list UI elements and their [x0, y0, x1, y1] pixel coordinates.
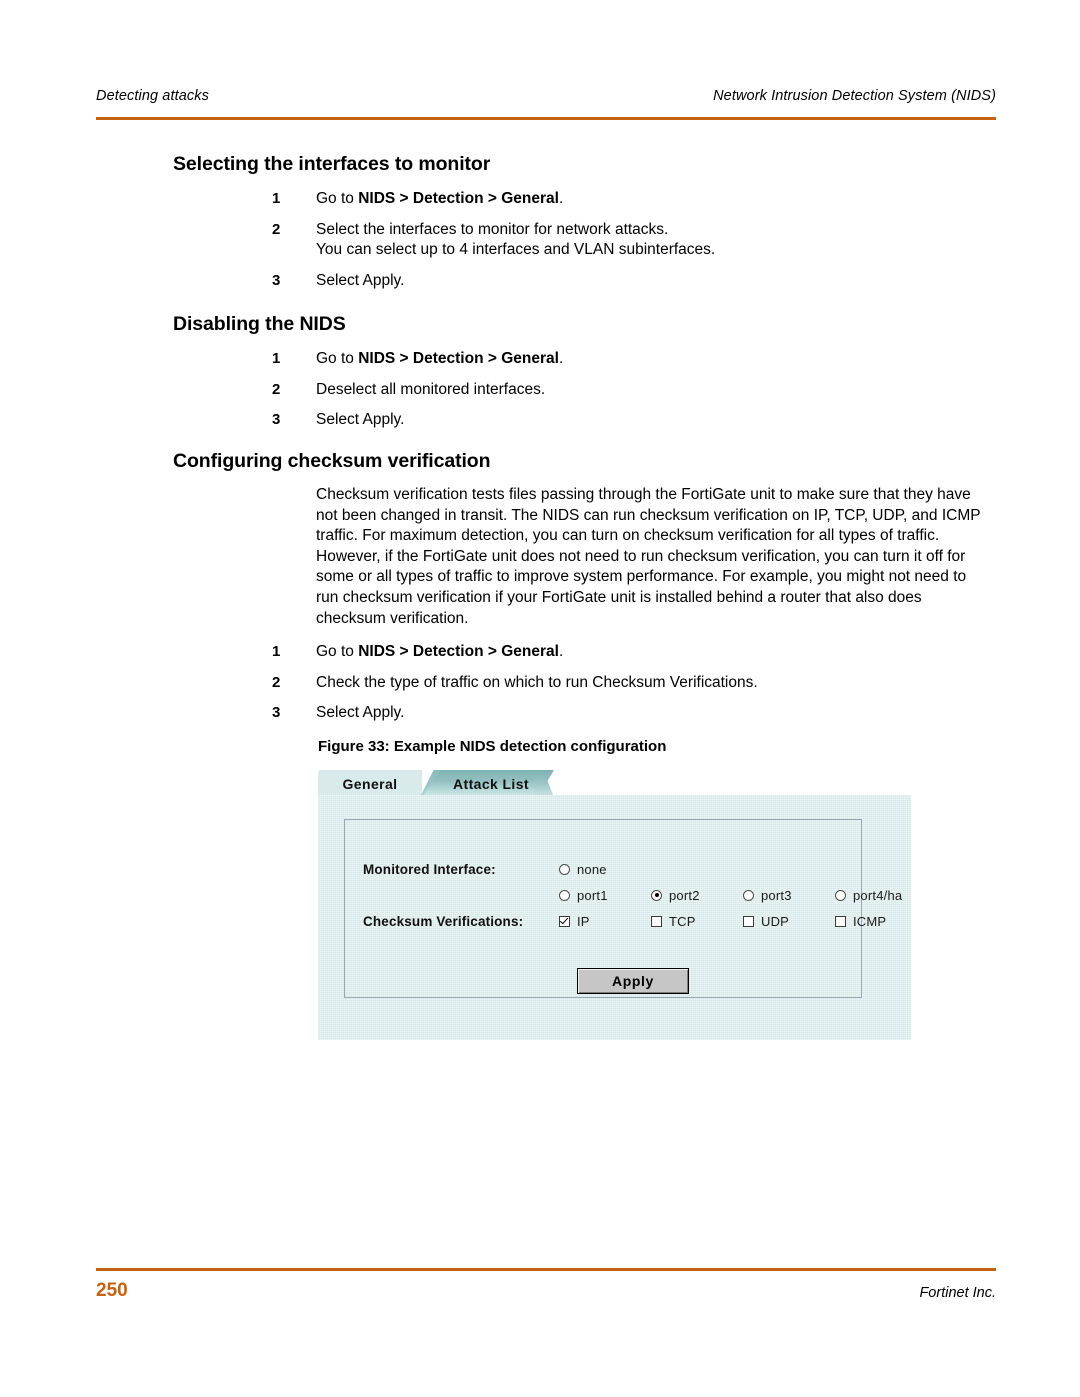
step-text-bold: NIDS > Detection > General — [358, 190, 559, 207]
running-header: Detecting attacks Network Intrusion Dete… — [96, 88, 996, 104]
checksum-options: IP TCP UDP ICMP — [559, 914, 886, 929]
tab-attack-list-label: Attack List — [453, 775, 529, 792]
step-number: 3 — [272, 271, 281, 289]
step-text: Go to NIDS > Detection > General. — [316, 642, 1002, 663]
radio-label-port3: port3 — [761, 887, 792, 903]
header-right-text: Network Intrusion Detection System (NIDS… — [713, 88, 996, 104]
figure-nids-detection-screenshot: General Attack List Monitored Interface:… — [318, 768, 911, 1040]
step-item: 3 Select Apply. — [272, 410, 1002, 431]
checkbox-option-icmp[interactable]: ICMP — [835, 914, 886, 929]
radio-icon-port2[interactable] — [651, 889, 662, 901]
step-text: Go to NIDS > Detection > General. — [316, 349, 1002, 370]
page-number: 250 — [96, 1280, 128, 1301]
step-text-pre: Go to — [316, 350, 359, 367]
header-left-text: Detecting attacks — [96, 88, 209, 104]
checkbox-icon-udp[interactable] — [743, 915, 754, 927]
apply-button-wrapper: Apply — [577, 968, 689, 994]
step-text-post: . — [558, 643, 564, 660]
monitored-interface-row-2: port1 port2 port3 port4/ha — [363, 882, 902, 908]
radio-option-port2[interactable]: port2 — [651, 888, 743, 903]
apply-button[interactable]: Apply — [577, 968, 689, 994]
step-text-post: . — [558, 350, 564, 367]
step-number: 3 — [272, 411, 281, 429]
step-item: 1 Go to NIDS > Detection > General. — [272, 349, 1002, 370]
settings-group-box: Monitored Interface: none port1 port2 po… — [344, 819, 902, 998]
step-text: Select Apply. — [316, 411, 405, 429]
step-number: 1 — [272, 190, 281, 207]
tab-bar: General Attack List — [318, 768, 911, 797]
step-number: 2 — [272, 380, 281, 398]
radio-icon-port1[interactable] — [559, 889, 570, 901]
step-item: 1 Go to NIDS > Detection > General. — [272, 642, 1002, 663]
document-page: Detecting attacks Network Intrusion Dete… — [0, 0, 1080, 1397]
checksum-description-paragraph: Checksum verification tests files passin… — [316, 486, 981, 627]
step-list-configuring: 1 Go to NIDS > Detection > General. 2 Ch… — [272, 642, 1002, 734]
step-text-pre: Select the interfaces to monitor for net… — [316, 220, 669, 238]
step-number: 1 — [272, 350, 281, 367]
monitored-interface-options-row1: none — [559, 862, 651, 877]
checkbox-icon-ip[interactable] — [559, 915, 570, 927]
radio-icon-port4ha[interactable] — [835, 889, 846, 901]
checkbox-option-tcp[interactable]: TCP — [651, 914, 743, 929]
step-text: Select Apply. — [316, 271, 405, 289]
tab-general-label: General — [342, 775, 398, 792]
footer-publisher: Fortinet Inc. — [919, 1285, 996, 1301]
radio-icon-none[interactable] — [559, 863, 570, 875]
step-text-bold: NIDS > Detection > General — [358, 350, 559, 367]
step-text-pre: Go to — [316, 190, 359, 207]
step-item: 2 Select the interfaces to monitor for n… — [272, 220, 1002, 261]
step-item: 3 Select Apply. — [272, 703, 1002, 724]
step-text: Go to NIDS > Detection > General. — [316, 189, 1002, 210]
step-list-selecting: 1 Go to NIDS > Detection > General. 2 Se… — [272, 189, 1002, 301]
step-text: Check the type of traffic on which to ru… — [316, 673, 758, 691]
radio-label-none: none — [577, 861, 607, 877]
step-number: 2 — [272, 673, 281, 691]
header-divider-rule — [96, 117, 996, 120]
checkbox-option-udp[interactable]: UDP — [743, 914, 835, 929]
checkbox-label-udp: UDP — [761, 913, 790, 929]
heading-selecting-interfaces: Selecting the interfaces to monitor — [173, 153, 491, 175]
settings-form: Monitored Interface: none port1 port2 po… — [363, 856, 902, 934]
radio-label-port4ha: port4/ha — [853, 887, 903, 903]
nids-general-panel: Monitored Interface: none port1 port2 po… — [318, 795, 911, 1040]
checkbox-label-icmp: ICMP — [853, 913, 887, 929]
figure-caption: Figure 33: Example NIDS detection config… — [318, 738, 667, 755]
step-text: Select the interfaces to monitor for net… — [316, 220, 1002, 261]
step-item: 2 Check the type of traffic on which to … — [272, 673, 1002, 694]
step-number: 1 — [272, 643, 281, 660]
radio-option-port4ha[interactable]: port4/ha — [835, 888, 902, 903]
monitored-interface-options-row2: port1 port2 port3 port4/ha — [559, 888, 902, 903]
footer-divider-rule — [96, 1268, 996, 1271]
step-text: Deselect all monitored interfaces. — [316, 380, 546, 398]
step-item: 2 Deselect all monitored interfaces. — [272, 380, 1002, 401]
checkbox-icon-tcp[interactable] — [651, 915, 662, 927]
radio-label-port1: port1 — [577, 887, 608, 903]
radio-option-port1[interactable]: port1 — [559, 888, 651, 903]
radio-icon-port3[interactable] — [743, 889, 754, 901]
checkbox-label-tcp: TCP — [669, 913, 696, 929]
step-text: Select Apply. — [316, 704, 405, 722]
step-text-extra: You can select up to 4 interfaces and VL… — [316, 241, 716, 259]
checkbox-icon-icmp[interactable] — [835, 915, 846, 927]
heading-configuring-checksum: Configuring checksum verification — [173, 450, 491, 472]
checksum-verifications-label: Checksum Verifications: — [363, 913, 524, 929]
step-text-bold: NIDS > Detection > General — [358, 643, 559, 660]
step-number: 2 — [272, 220, 281, 238]
radio-label-port2: port2 — [669, 887, 700, 903]
step-list-disabling: 1 Go to NIDS > Detection > General. 2 De… — [272, 349, 1002, 441]
step-item: 3 Select Apply. — [272, 271, 1002, 292]
step-text-pre: Go to — [316, 643, 359, 660]
checkbox-label-ip: IP — [577, 913, 590, 929]
radio-option-none[interactable]: none — [559, 862, 651, 877]
tab-general[interactable]: General — [318, 770, 422, 797]
step-item: 1 Go to NIDS > Detection > General. — [272, 189, 1002, 210]
step-number: 3 — [272, 704, 281, 722]
heading-disabling-nids: Disabling the NIDS — [173, 313, 346, 335]
radio-option-port3[interactable]: port3 — [743, 888, 835, 903]
monitored-interface-row-1: Monitored Interface: none — [363, 856, 853, 882]
checksum-verifications-row: Checksum Verifications: IP TCP UDP ICMP — [363, 908, 886, 934]
monitored-interface-label: Monitored Interface: — [363, 861, 496, 877]
step-text-post: . — [558, 190, 564, 207]
checkbox-option-ip[interactable]: IP — [559, 914, 651, 929]
